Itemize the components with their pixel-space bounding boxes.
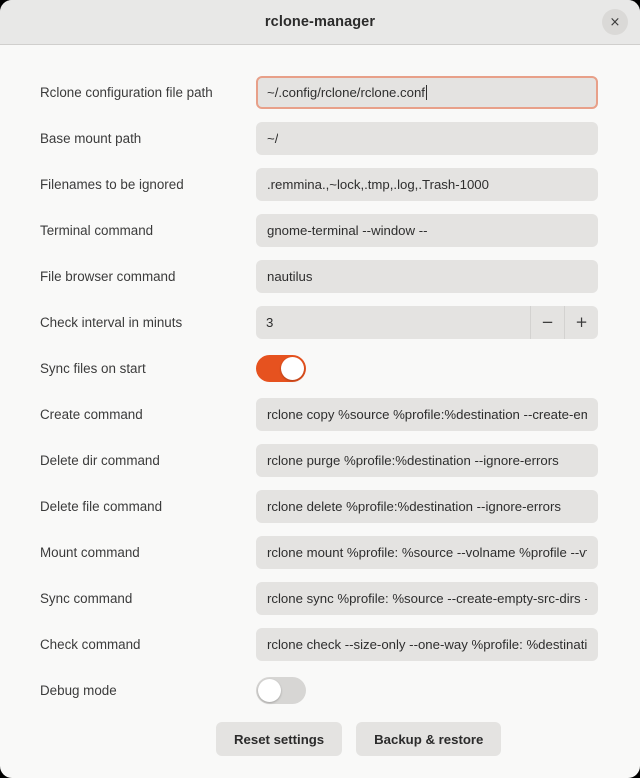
check-interval-label: Check interval in minuts <box>40 314 183 330</box>
settings-row-create-command: Create command rclone copy %source %profi… <box>40 391 598 437</box>
mount-command-input[interactable]: rclone mount %profile: %source --volname… <box>256 535 598 569</box>
file-browser-command-input[interactable]: nautilus <box>256 259 598 293</box>
base-mount-path-label: Base mount path <box>40 130 142 146</box>
settings-row-sync-on-start: Sync files on start <box>40 345 598 391</box>
toggle-knob <box>258 678 281 702</box>
settings-row-check-command: Check command rclone check --size-only --… <box>40 621 598 667</box>
debug-mode-label: Debug mode <box>40 682 117 698</box>
terminal-command-input[interactable]: gnome-terminal --window -- <box>256 213 598 247</box>
sync-command-value: rclone sync %profile: %source --create-e… <box>267 590 587 606</box>
sync-command-label: Sync command <box>40 590 133 606</box>
settings-row-base-mount-path: Base mount path ~/ <box>40 115 598 161</box>
toggle-knob <box>281 356 304 380</box>
settings-row-file-browser-command: File browser command nautilus <box>40 253 598 299</box>
titlebar: rclone-manager × <box>0 0 640 45</box>
rclone-manager-window: rclone-manager × Rclone configuration fi… <box>0 0 640 778</box>
reset-settings-button[interactable]: Reset settings <box>216 722 343 756</box>
base-mount-path-value: ~/ <box>267 130 279 146</box>
mount-command-label: Mount command <box>40 544 140 560</box>
settings-row-ignored-filenames: Filenames to be ignored .remmina.,~lock,.… <box>40 161 598 207</box>
settings-row-mount-command: Mount command rclone mount %profile: %sou… <box>40 529 598 575</box>
terminal-command-value: gnome-terminal --window -- <box>267 222 428 238</box>
check-command-value: rclone check --size-only --one-way %prof… <box>267 636 587 652</box>
file-browser-command-value: nautilus <box>267 268 313 284</box>
delete-file-command-label: Delete file command <box>40 498 163 514</box>
terminal-command-label: Terminal command <box>40 222 154 238</box>
close-icon: × <box>609 14 621 30</box>
sync-on-start-toggle[interactable] <box>256 354 306 382</box>
sync-on-start-label: Sync files on start <box>40 360 146 376</box>
delete-file-command-input[interactable]: rclone delete %profile:%destination --ig… <box>256 489 598 523</box>
settings-row-delete-file-command: Delete file command rclone delete %profil… <box>40 483 598 529</box>
delete-file-command-value: rclone delete %profile:%destination --ig… <box>267 498 561 514</box>
create-command-label: Create command <box>40 406 143 422</box>
settings-row-rclone-config-path: Rclone configuration file path ~/.config/… <box>40 69 598 115</box>
backup-restore-button[interactable]: Backup & restore <box>356 722 502 756</box>
delete-dir-command-input[interactable]: rclone purge %profile:%destination --ign… <box>256 443 598 477</box>
rclone-config-path-label: Rclone configuration file path <box>40 84 213 100</box>
window-title: rclone-manager <box>264 14 376 30</box>
settings-row-check-interval: Check interval in minuts 3− + <box>40 299 598 345</box>
settings-row-debug-mode: Debug mode <box>40 667 598 713</box>
settings-row-sync-command: Sync command rclone sync %profile: %sourc… <box>40 575 598 621</box>
delete-dir-command-value: rclone purge %profile:%destination --ign… <box>267 452 559 468</box>
debug-mode-toggle[interactable] <box>256 676 306 704</box>
action-button-row: Reset settings Backup & restore <box>0 713 640 765</box>
check-command-label: Check command <box>40 636 141 652</box>
close-button[interactable]: × <box>602 9 628 35</box>
ignored-filenames-label: Filenames to be ignored <box>40 176 184 192</box>
text-caret <box>425 84 427 100</box>
ignored-filenames-input[interactable]: .remmina.,~lock,.tmp,.log,.Trash-1000 <box>256 167 598 201</box>
minus-icon[interactable]: − <box>530 305 564 339</box>
delete-dir-command-label: Delete dir command <box>40 452 160 468</box>
settings-row-terminal-command: Terminal command gnome-terminal --window … <box>40 207 598 253</box>
create-command-input[interactable]: rclone copy %source %profile:%destinatio… <box>256 397 598 431</box>
mount-command-value: rclone mount %profile: %source --volname… <box>267 544 587 560</box>
ignored-filenames-value: .remmina.,~lock,.tmp,.log,.Trash-1000 <box>267 176 489 192</box>
file-browser-command-label: File browser command <box>40 268 176 284</box>
check-interval-spinner[interactable]: 3− + <box>256 305 598 339</box>
settings-form: Rclone configuration file path ~/.config/… <box>0 45 640 713</box>
base-mount-path-input[interactable]: ~/ <box>256 121 598 155</box>
settings-row-delete-dir-command: Delete dir command rclone purge %profile:… <box>40 437 598 483</box>
sync-command-input[interactable]: rclone sync %profile: %source --create-e… <box>256 581 598 615</box>
check-command-input[interactable]: rclone check --size-only --one-way %prof… <box>256 627 598 661</box>
rclone-config-path-value: ~/.config/rclone/rclone.conf <box>267 84 425 100</box>
check-interval-value[interactable]: 3 <box>256 306 530 339</box>
create-command-value: rclone copy %source %profile:%destinatio… <box>267 406 587 422</box>
plus-icon[interactable]: + <box>564 305 598 339</box>
rclone-config-path-input[interactable]: ~/.config/rclone/rclone.conf <box>256 75 598 109</box>
